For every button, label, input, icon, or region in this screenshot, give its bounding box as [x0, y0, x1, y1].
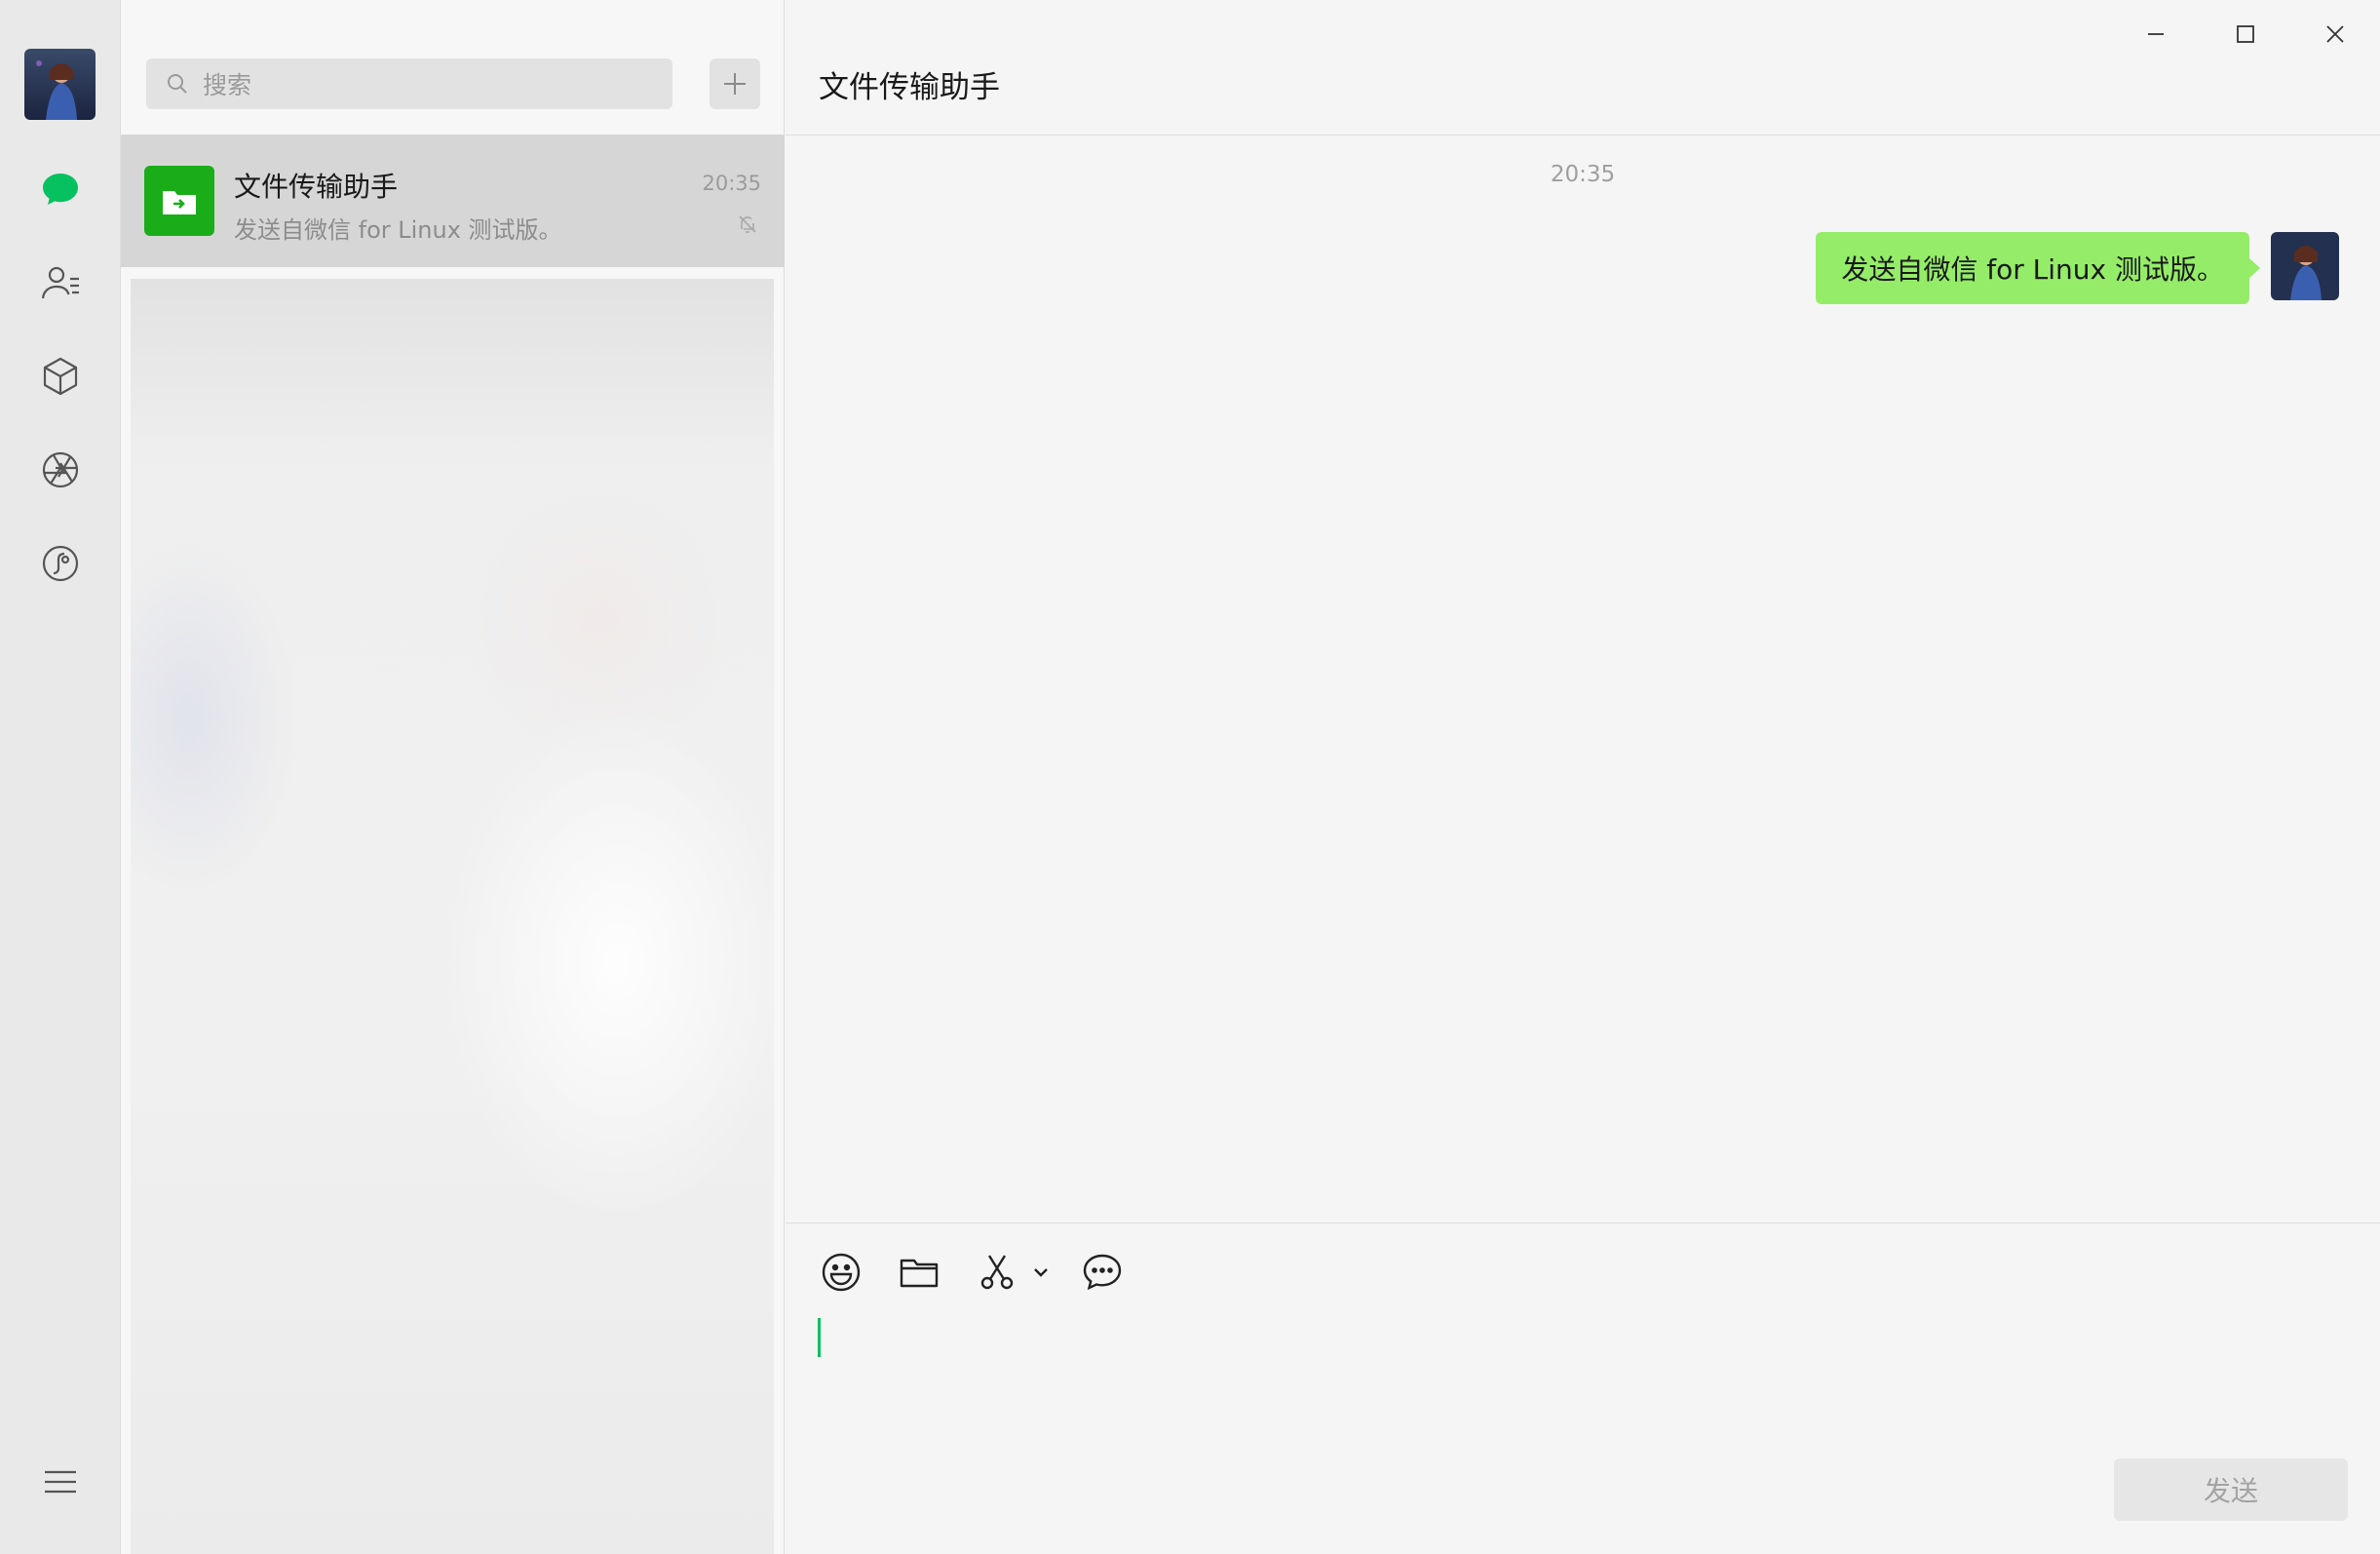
search-input[interactable]: 搜索: [146, 58, 672, 109]
my-avatar[interactable]: [24, 49, 96, 120]
contacts-icon: [41, 266, 79, 299]
add-button[interactable]: [710, 58, 760, 109]
close-icon: [2326, 25, 2344, 43]
chat-title: 文件传输助手: [819, 70, 1000, 105]
nav-contacts[interactable]: [31, 253, 90, 312]
send-button[interactable]: 发送: [2114, 1458, 2348, 1521]
channels-icon: [42, 545, 79, 582]
chat-list-item[interactable]: 文件传输助手 发送自微信 for Linux 测试版。 20:35: [121, 135, 785, 267]
aperture-icon: [42, 451, 79, 488]
text-cursor: [818, 1318, 821, 1357]
left-nav-bar: [0, 0, 121, 1554]
input-toolbar: [817, 1248, 1156, 1297]
message-timestamp: 20:35: [1550, 162, 1616, 187]
cube-icon: [43, 357, 78, 396]
nav-menu[interactable]: [31, 1453, 90, 1511]
message-input[interactable]: [817, 1312, 2337, 1439]
screenshot-button[interactable]: [973, 1248, 1021, 1297]
input-divider: [786, 1223, 2380, 1224]
nav-chats[interactable]: [31, 160, 90, 218]
close-button[interactable]: [2290, 0, 2380, 68]
message-text: 发送自微信 for Linux 测试版。: [1841, 253, 2224, 286]
file-button[interactable]: [895, 1248, 943, 1297]
chat-panel: 文件传输助手 20:35 发送自微信 for Linux 测试版。 发送: [786, 0, 2380, 1554]
chat-history-icon: [1083, 1254, 1122, 1291]
file-transfer-avatar: [144, 166, 214, 236]
nav-channels[interactable]: [31, 534, 90, 593]
search-placeholder: 搜索: [203, 71, 252, 99]
minimize-icon: [2148, 33, 2164, 35]
chat-item-time: 20:35: [702, 172, 761, 195]
emoji-icon: [822, 1253, 861, 1292]
minimize-button[interactable]: [2111, 0, 2201, 68]
mute-bell-icon: [739, 215, 756, 233]
hamburger-menu-icon: [45, 1470, 76, 1494]
window-controls: [2111, 0, 2380, 68]
nav-favorites[interactable]: [31, 347, 90, 406]
emoji-button[interactable]: [817, 1248, 865, 1297]
chat-bubble-icon: [43, 174, 78, 205]
search-icon: [168, 74, 187, 94]
chat-history-button[interactable]: [1078, 1248, 1127, 1297]
sender-avatar[interactable]: [2271, 232, 2339, 300]
folder-transfer-icon: [163, 191, 196, 214]
maximize-button[interactable]: [2201, 0, 2290, 68]
chevron-down-icon: [1034, 1268, 1048, 1277]
chat-item-preview: 发送自微信 for Linux 测试版。: [234, 216, 562, 244]
chat-list-panel: 搜索 文件传输助手 发送自微信 for Linux 测试版。 20:35: [121, 0, 785, 1554]
message-bubble-sent[interactable]: 发送自微信 for Linux 测试版。: [1816, 232, 2260, 304]
plus-icon: [724, 73, 746, 95]
maximize-icon: [2237, 25, 2254, 43]
header-divider: [786, 135, 2380, 136]
nav-moments[interactable]: [31, 441, 90, 499]
folder-icon: [900, 1259, 939, 1288]
screenshot-options-button[interactable]: [1029, 1248, 1053, 1297]
empty-list-area: [131, 279, 774, 1554]
chat-item-name: 文件传输助手: [234, 171, 399, 203]
scissors-icon: [980, 1255, 1014, 1290]
